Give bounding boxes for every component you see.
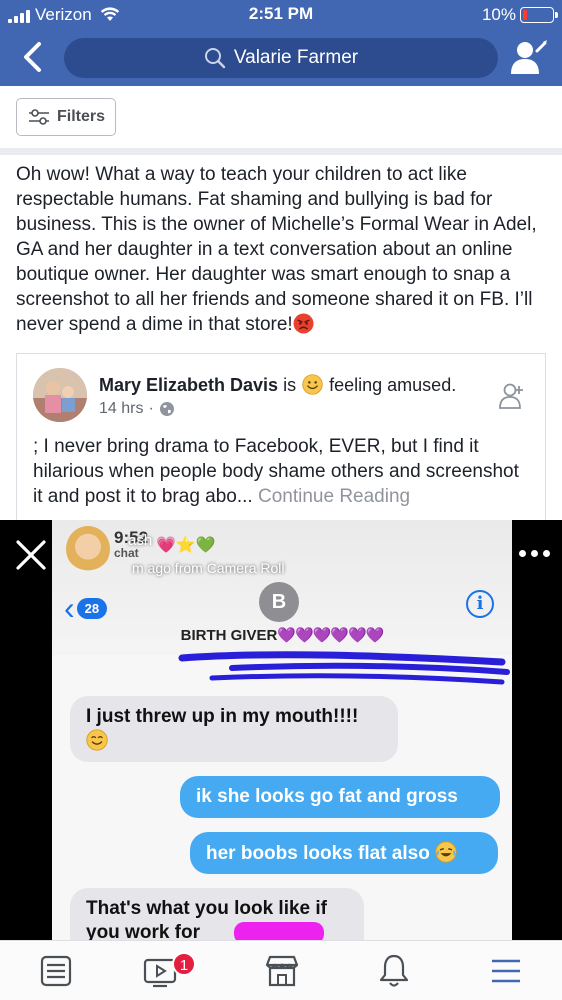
messages-back-button: ‹ 28 xyxy=(64,590,108,627)
battery-icon xyxy=(520,7,558,23)
author-name[interactable]: Mary Elizabeth Davis xyxy=(99,375,278,395)
shared-post-text: ; I never bring drama to Facebook, EVER,… xyxy=(33,434,533,509)
meta-separator: · xyxy=(148,400,154,417)
filters-icon xyxy=(28,109,49,125)
marketplace-icon[interactable] xyxy=(262,951,302,991)
message-text: her boobs looks flat also xyxy=(206,843,430,864)
search-icon xyxy=(204,48,226,69)
message-bubble-outgoing: ik she looks go fat and gross xyxy=(180,776,500,818)
add-friend-icon[interactable] xyxy=(499,382,527,410)
post-meta: 14 hrs · xyxy=(99,400,175,418)
message-bubble-outgoing: her boobs looks flat also xyxy=(190,832,498,874)
watch-notification-badge: 1 xyxy=(172,952,196,976)
text-conversation-screenshot: 9:52 chat ash 💗⭐💚 m ago from Camera Roll… xyxy=(52,520,512,940)
pink-redaction xyxy=(234,922,324,940)
notifications-icon[interactable] xyxy=(374,951,414,991)
bitmoji-avatar xyxy=(66,526,110,572)
more-options-icon[interactable] xyxy=(519,550,550,557)
menu-icon[interactable] xyxy=(486,951,526,991)
filters-label: Filters xyxy=(56,108,105,125)
section-divider xyxy=(0,148,562,155)
search-input[interactable]: Valarie Farmer xyxy=(64,38,498,78)
message-bubble-incoming: I just threw up in my mouth!!!! xyxy=(70,696,398,762)
screenshot-caption: ash xyxy=(128,532,153,549)
post-time[interactable]: 14 hrs xyxy=(99,400,143,418)
is-text: is xyxy=(283,375,297,395)
close-icon[interactable] xyxy=(14,538,48,572)
filters-button[interactable]: Filters xyxy=(16,98,116,136)
shared-post-header: Mary Elizabeth Davis is feeling amused. xyxy=(99,374,456,396)
battery-percent: 10% xyxy=(481,5,516,24)
bottom-tab-bar xyxy=(0,940,562,1000)
globe-icon xyxy=(159,402,174,416)
post-body: Oh wow! What a way to teach your childre… xyxy=(16,162,551,337)
feeling-text: feeling amused. xyxy=(329,375,457,395)
unread-count-badge: 28 xyxy=(76,598,108,619)
contact-name-text: BIRTH GIVER xyxy=(180,627,278,644)
post-image[interactable]: 9:52 chat ash 💗⭐💚 m ago from Camera Roll… xyxy=(0,520,562,940)
status-bar: Verizon 2:51 PM 10% xyxy=(0,0,562,30)
contact-avatar: B xyxy=(259,582,299,622)
avatar[interactable] xyxy=(33,368,87,422)
profile-photo xyxy=(33,368,87,422)
contact-name: BIRTH GIVER💜💜💜💜💜💜 xyxy=(52,626,512,644)
heart-emojis: 💗⭐💚 xyxy=(156,537,216,554)
contact-hearts: 💜💜💜💜💜💜 xyxy=(277,627,384,644)
post-text: Oh wow! What a way to teach your childre… xyxy=(16,164,537,335)
back-arrow-icon[interactable] xyxy=(18,40,48,74)
search-value: Valarie Farmer xyxy=(233,47,359,68)
add-friend-icon[interactable] xyxy=(510,38,548,76)
news-feed-icon[interactable] xyxy=(36,951,76,991)
chevron-left-icon: ‹ xyxy=(64,590,75,626)
info-icon: i xyxy=(466,590,494,618)
screenshot-sub-caption: m ago from Camera Roll xyxy=(132,560,285,576)
shared-post-card[interactable]: Mary Elizabeth Davis is feeling amused. … xyxy=(16,353,546,520)
clock-time: 2:51 PM xyxy=(248,4,314,23)
message-text: ik she looks go fat and gross xyxy=(196,786,458,807)
smiling-face-emoji xyxy=(86,729,108,751)
smile-emoji xyxy=(302,374,323,395)
message-text: I just threw up in my mouth!!!! xyxy=(86,706,359,727)
laughing-face-emoji xyxy=(435,841,457,863)
continue-reading-link[interactable]: Continue Reading xyxy=(258,486,410,507)
angry-face-emoji xyxy=(293,313,314,334)
blue-scribble-redaction xyxy=(178,651,510,685)
app-header: Verizon 2:51 PM 10% Valarie Farmer xyxy=(0,0,562,86)
